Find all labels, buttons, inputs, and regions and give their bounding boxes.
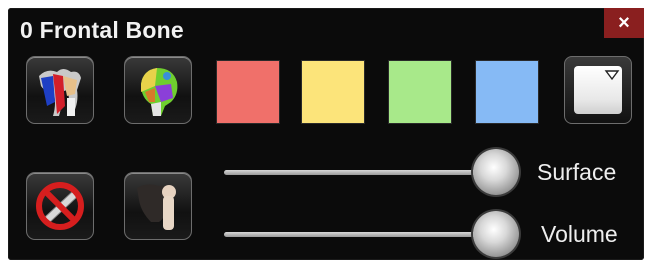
skeleton-view-button[interactable] [26,56,94,124]
object-properties-panel: 0 Frontal Bone × Surface Volume [8,8,644,260]
segmented-bone-icon [141,68,178,116]
color-swatch-green[interactable] [388,60,452,124]
volume-slider-track[interactable] [224,232,494,237]
custom-color-picker[interactable] [564,56,632,124]
surface-slider-track[interactable] [224,170,494,175]
shaded-bone-icon [137,184,176,230]
close-icon: × [618,11,630,34]
hide-icon [36,182,84,230]
skeleton-view-icon [39,69,81,116]
color-swatch-blue[interactable] [475,60,539,124]
volume-slider-thumb[interactable] [473,211,519,257]
surface-label: Surface [537,159,617,185]
color-swatch-red[interactable] [216,60,280,124]
volume-label: Volume [541,221,618,247]
custom-color-preview [574,66,622,114]
dropdown-triangle-icon [604,70,620,81]
close-button[interactable]: × [604,8,644,38]
segmented-bone-button[interactable] [124,56,192,124]
color-swatch-yellow[interactable] [301,60,365,124]
surface-slider-thumb[interactable] [473,149,519,195]
shaded-bone-button[interactable] [124,172,192,240]
panel-title: 0 Frontal Bone [20,17,184,43]
hide-object-button[interactable] [26,172,94,240]
